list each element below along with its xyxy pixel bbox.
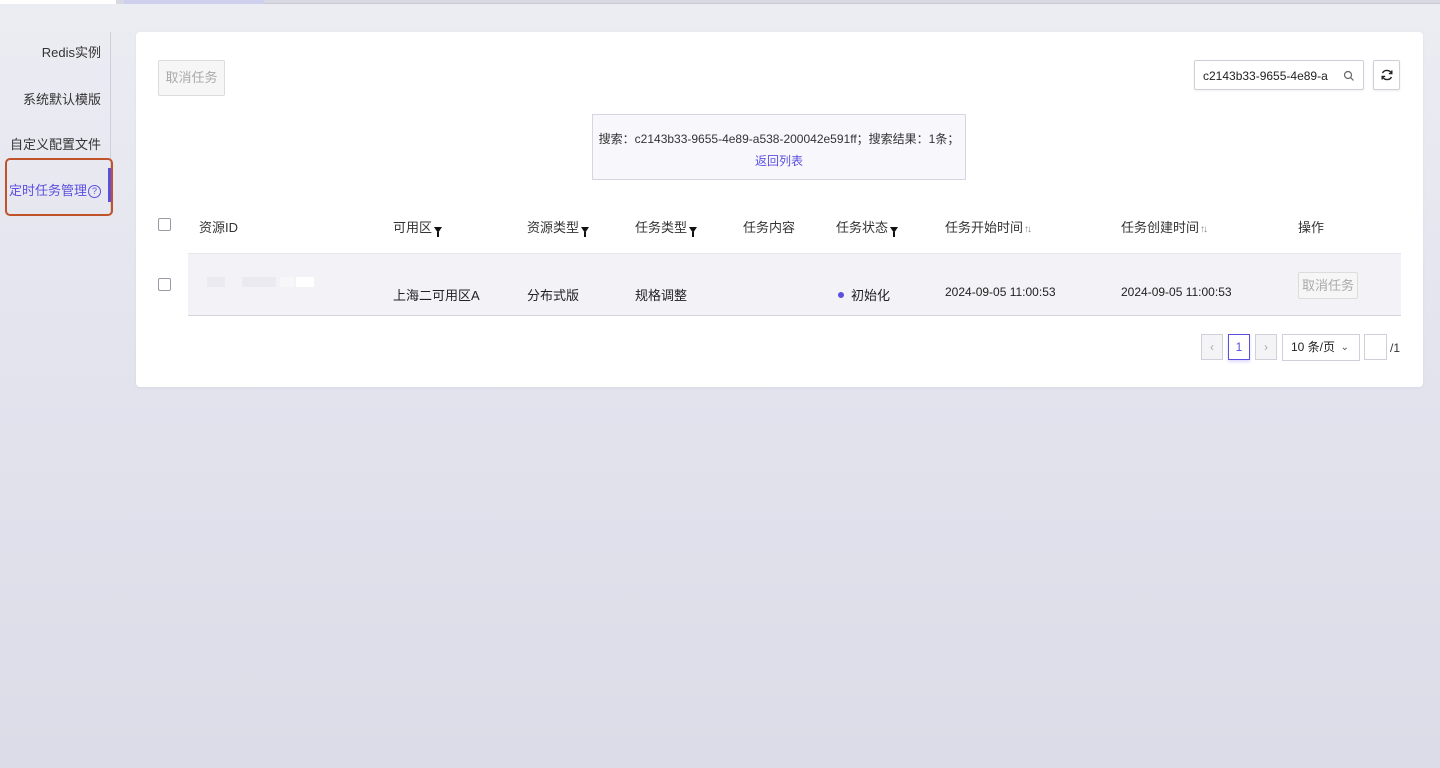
col-task-status-label: 任务状态 [836, 220, 889, 235]
search-value: c2143b33-9655-4e89-a [1203, 69, 1328, 83]
col-action: 操作 [1298, 220, 1325, 235]
redacted-resource-id [280, 277, 294, 287]
col-task-content: 任务内容 [743, 220, 796, 235]
sidebar-item-default-templates[interactable]: 系统默认模版 [23, 89, 101, 108]
cancel-task-button[interactable]: 取消任务 [158, 60, 225, 96]
redacted-resource-id [207, 277, 225, 287]
back-to-list-link[interactable]: 返回列表 [593, 152, 965, 169]
sidebar-item-redis-instances[interactable]: Redis实例 [42, 42, 101, 61]
col-task-status[interactable]: 任务状态 [836, 217, 899, 237]
sort-icon[interactable]: ↑↓ [1200, 224, 1208, 235]
cell-create-time: 2024-09-05 11:00:53 [1121, 285, 1232, 299]
tab-strip-divider [264, 3, 1440, 4]
cell-zone: 上海二可用区A [393, 288, 480, 303]
cell-task-status: 初始化 [838, 285, 890, 304]
refresh-button[interactable] [1373, 60, 1400, 90]
page-jump-input[interactable] [1364, 334, 1387, 360]
cell-start-time: 2024-09-05 11:00:53 [945, 285, 1056, 299]
refresh-icon [1381, 69, 1393, 81]
col-zone-label: 可用区 [393, 220, 433, 235]
col-create-time-label: 任务创建时间 [1121, 220, 1200, 235]
page-1-button[interactable]: 1 [1228, 334, 1250, 360]
cell-resource-type: 分布式版 [527, 288, 580, 303]
next-page-button[interactable]: › [1255, 334, 1277, 360]
filter-icon[interactable] [434, 227, 443, 237]
redacted-resource-id [242, 277, 276, 287]
col-create-time[interactable]: 任务创建时间↑↓ [1121, 217, 1208, 236]
row-checkbox[interactable] [158, 278, 171, 291]
filter-icon[interactable] [689, 227, 698, 237]
status-label: 初始化 [851, 288, 891, 303]
chevron-down-icon: ⌄ [1340, 342, 1349, 353]
col-start-time-label: 任务开始时间 [945, 220, 1024, 235]
tab-current[interactable] [124, 0, 264, 4]
col-start-time[interactable]: 任务开始时间↑↓ [945, 217, 1032, 236]
highlight-annotation [5, 158, 113, 216]
sidebar-item-label: 自定义配置文件 [9, 137, 101, 152]
filter-icon[interactable] [581, 227, 590, 237]
col-resource-type-label: 资源类型 [527, 220, 580, 235]
total-pages: /1 [1390, 341, 1401, 355]
tab-previous[interactable] [0, 0, 116, 4]
sidebar-item-label: Redis实例 [41, 45, 101, 60]
sidebar-item-custom-config[interactable]: 自定义配置文件 [10, 134, 101, 153]
prev-page-button[interactable]: ‹ [1201, 334, 1223, 360]
search-result-notice: 搜索：c2143b33-9655-4e89-a538-200042e591ff；… [592, 114, 966, 180]
sort-icon[interactable]: ↑↓ [1024, 224, 1032, 235]
col-task-type[interactable]: 任务类型 [635, 217, 698, 237]
redacted-resource-id [296, 277, 314, 287]
col-resource-type[interactable]: 资源类型 [527, 217, 590, 237]
search-input[interactable]: c2143b33-9655-4e89-a [1194, 60, 1364, 90]
sidebar-item-label: 系统默认模版 [22, 92, 101, 107]
col-resource-id: 资源ID [199, 220, 239, 235]
col-zone[interactable]: 可用区 [393, 217, 443, 237]
search-result-text: 搜索：c2143b33-9655-4e89-a538-200042e591ff；… [598, 132, 960, 146]
status-dot-icon [838, 292, 844, 298]
col-task-type-label: 任务类型 [635, 220, 688, 235]
select-all-checkbox[interactable] [158, 218, 171, 231]
page-size-select[interactable]: 10 条/页 ⌄ [1282, 334, 1360, 361]
cell-task-type: 规格调整 [635, 288, 688, 303]
page-size-label: 10 条/页 [1291, 340, 1336, 354]
row-cancel-task-button[interactable]: 取消任务 [1298, 272, 1358, 299]
search-icon[interactable] [1343, 70, 1355, 82]
top-tab-strip [0, 0, 1440, 4]
task-panel: 取消任务 c2143b33-9655-4e89-a 搜索：c2143b33-96… [136, 32, 1423, 387]
filter-icon[interactable] [890, 227, 899, 237]
